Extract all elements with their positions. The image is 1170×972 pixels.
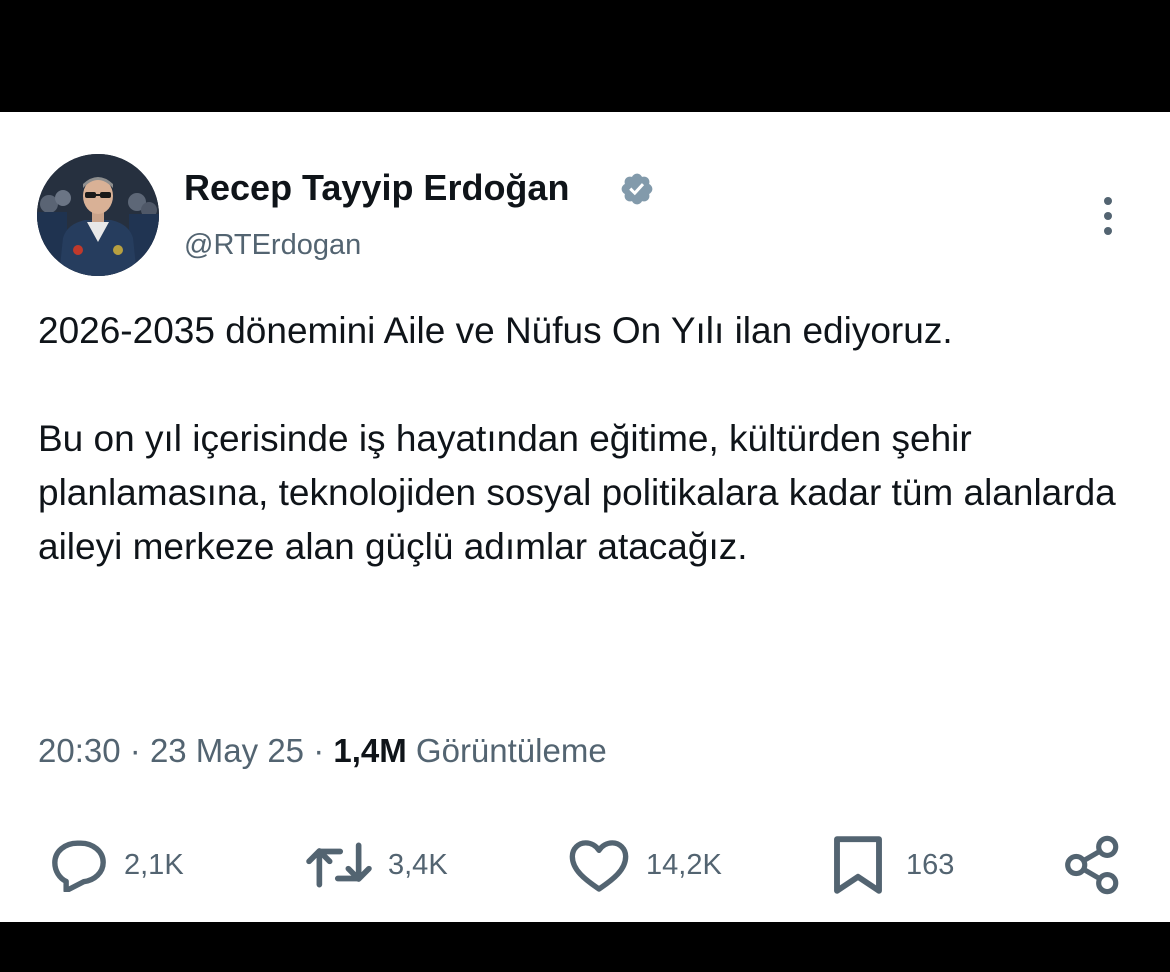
repost-icon	[306, 842, 372, 888]
tweet-text: 2026-2035 dönemini Aile ve Nüfus On Yılı…	[38, 304, 1148, 574]
profile-photo	[37, 154, 159, 276]
views-label: Görüntüleme	[415, 732, 607, 769]
tweet-card: Recep Tayyip Erdoğan @RTErdogan 2026-203…	[0, 112, 1170, 922]
views-count: 1,4M	[333, 732, 407, 769]
separator: ·	[129, 732, 141, 769]
tweet-time[interactable]: 20:30	[38, 732, 121, 769]
tweet-meta: 20:30 · 23 May 25 · 1,4M Görüntüleme	[38, 732, 607, 770]
bookmark-button[interactable]: 163	[830, 830, 954, 900]
reply-icon	[52, 840, 106, 892]
author-display-name[interactable]: Recep Tayyip Erdoğan	[184, 167, 569, 209]
repost-count: 3,4K	[388, 848, 448, 881]
like-count: 14,2K	[646, 848, 722, 881]
share-icon	[1065, 835, 1119, 895]
bookmark-icon	[834, 836, 882, 894]
share-button[interactable]	[1062, 830, 1124, 900]
tweet-date[interactable]: 23 May 25	[150, 732, 304, 769]
bookmark-count: 163	[906, 848, 955, 881]
repost-button[interactable]: 3,4K	[304, 830, 448, 900]
like-button[interactable]: 14,2K	[566, 830, 722, 900]
bottom-letterbox	[0, 922, 1170, 972]
avatar[interactable]	[37, 154, 159, 276]
heart-icon	[569, 840, 629, 892]
action-bar: 2,1K 3,4K 14,2K 163	[0, 830, 1170, 900]
reply-count: 2,1K	[124, 848, 184, 881]
separator: ·	[313, 732, 325, 769]
verified-badge-icon	[621, 173, 653, 205]
top-letterbox	[0, 0, 1170, 112]
tweet-paragraph: Bu on yıl içerisinde iş hayatından eğiti…	[38, 418, 1116, 567]
tweet-paragraph: 2026-2035 dönemini Aile ve Nüfus On Yılı…	[38, 310, 953, 351]
author-handle[interactable]: @RTErdogan	[184, 229, 361, 262]
reply-button[interactable]: 2,1K	[48, 830, 184, 900]
more-options-icon[interactable]	[1094, 194, 1122, 238]
